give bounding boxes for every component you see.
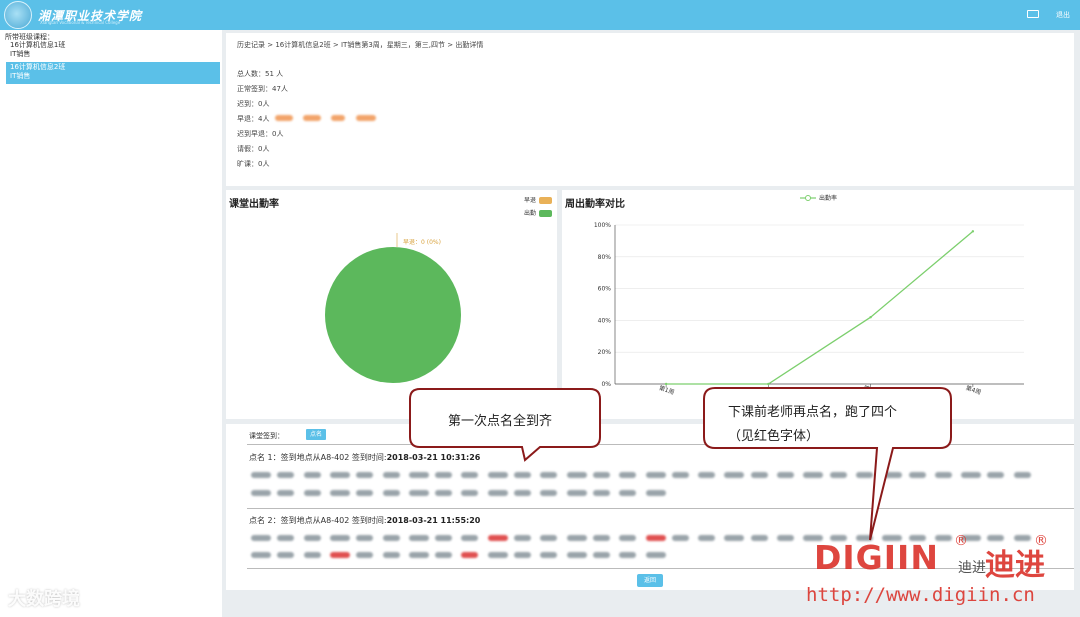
dashu-watermark: 大数跨境 (8, 589, 80, 610)
digiin-watermark: DIGIIN (814, 538, 939, 577)
annotation-2-line-1: 下课前老师再点名，跑了四个 (728, 404, 898, 419)
annotation-layer (409, 387, 952, 541)
url-watermark: http://www.digiin.cn (806, 584, 1035, 606)
wechat-watermark: 迪进 (958, 560, 986, 576)
annotation-2-line-2: （见红色字体） (728, 428, 820, 443)
registered-mark: ® (1034, 533, 1048, 549)
annotation-1-text: 第一次点名全到齐 (448, 413, 553, 428)
registered-mark: ® (954, 533, 968, 549)
